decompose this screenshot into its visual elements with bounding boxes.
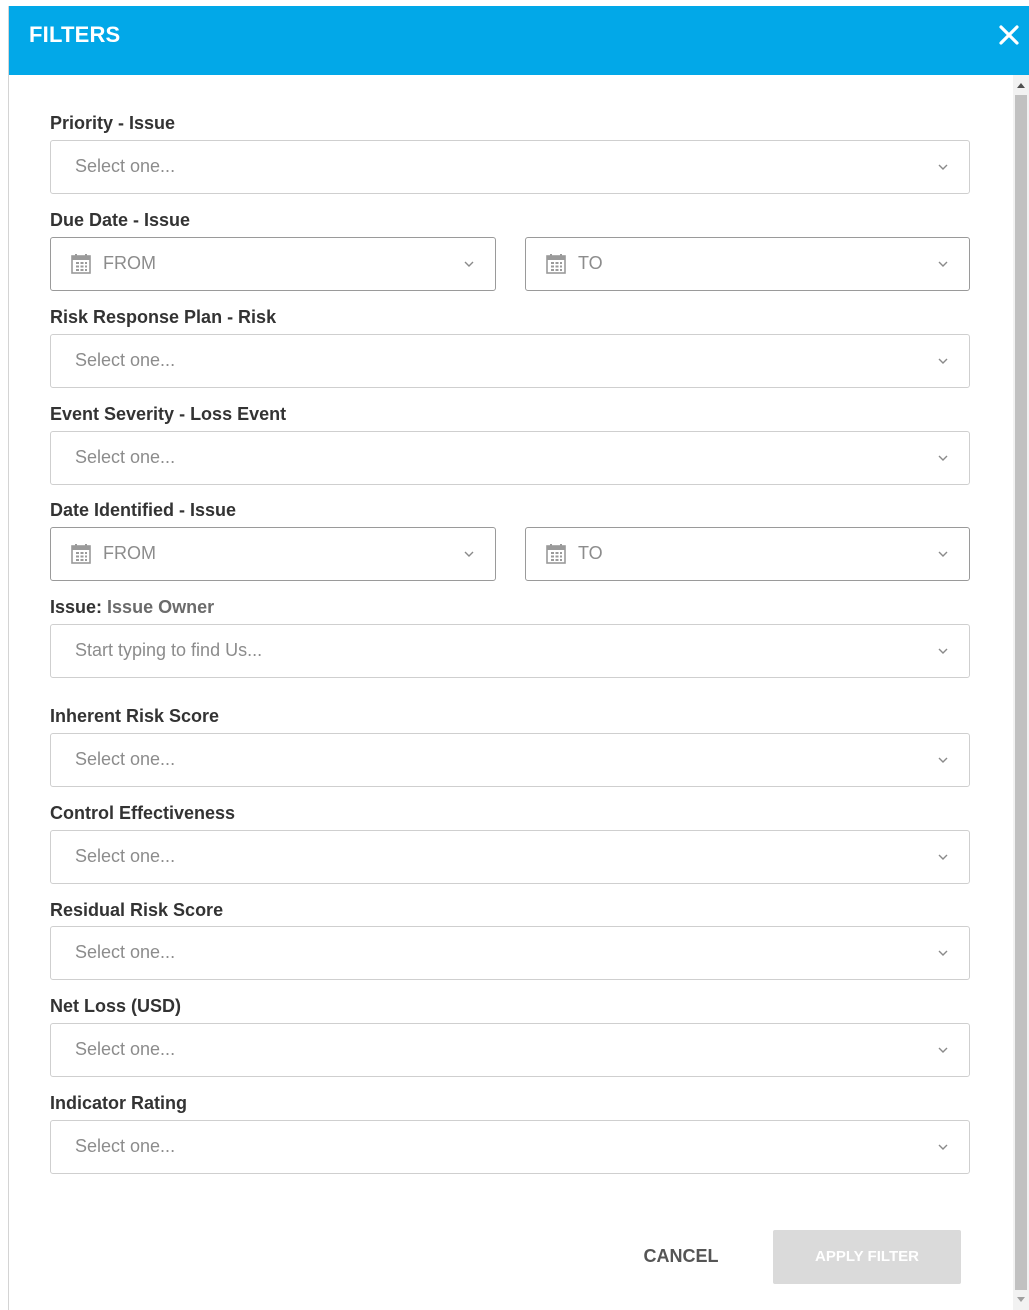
issue-owner-label: Issue: Issue Owner [50,597,214,618]
apply-filter-button[interactable]: APPLY FILTER [773,1230,961,1284]
priority-select[interactable]: Select one... [50,140,970,194]
chevron-down-icon [937,1142,949,1152]
calendar-icon [71,543,91,564]
filters-dialog: FILTERS Priority - Issue Select one... D… [8,6,1029,1310]
control-effectiveness-label: Control Effectiveness [50,803,236,823]
chevron-down-icon [937,852,949,862]
event-severity-label: Event Severity - Loss Event [50,404,287,424]
risk-response-placeholder: Select one... [75,350,176,370]
issue-owner-placeholder: Start typing to find Us... [75,640,263,660]
event-severity-select[interactable]: Select one... [50,431,970,485]
issue-owner-search[interactable]: Start typing to find Us... [50,624,970,678]
net-loss-placeholder: Select one... [75,1039,176,1059]
scroll-down-arrow-icon[interactable] [1016,1296,1026,1304]
chevron-down-icon [937,259,949,269]
chevron-down-icon [937,549,949,559]
dialog-header: FILTERS [9,6,1029,75]
chevron-down-icon [937,948,949,958]
date-identified-from-text: FROM [103,543,156,563]
inherent-risk-placeholder: Select one... [75,749,176,769]
due-date-from-picker[interactable]: FROM [50,237,496,291]
calendar-icon [546,543,566,564]
date-identified-from-picker[interactable]: FROM [50,527,496,581]
date-identified-to-picker[interactable]: TO [525,527,970,581]
priority-placeholder: Select one... [75,156,176,176]
indicator-rating-select[interactable]: Select one... [50,1120,970,1174]
chevron-down-icon [937,755,949,765]
inherent-risk-select[interactable]: Select one... [50,733,970,787]
issue-owner-label-prefix: Issue: [50,597,103,617]
chevron-down-icon [937,646,949,656]
scroll-up-arrow-icon[interactable] [1016,81,1026,89]
close-icon[interactable] [996,22,1022,48]
due-date-to-picker[interactable]: TO [525,237,970,291]
chevron-down-icon [937,1045,949,1055]
control-effectiveness-placeholder: Select one... [75,846,176,866]
due-date-from-text: FROM [103,253,156,273]
calendar-icon [546,253,566,274]
scrollbar[interactable] [1013,75,1029,1310]
scrollbar-thumb[interactable] [1015,95,1027,1290]
date-identified-to-text: TO [578,543,603,563]
residual-risk-placeholder: Select one... [75,942,176,962]
risk-response-label: Risk Response Plan - Risk [50,307,277,327]
due-date-label: Due Date - Issue [50,210,191,230]
indicator-rating-placeholder: Select one... [75,1136,176,1156]
chevron-down-icon [937,162,949,172]
chevron-down-icon [937,356,949,366]
event-severity-placeholder: Select one... [75,447,176,467]
residual-risk-select[interactable]: Select one... [50,926,970,980]
issue-owner-label-suffix: Issue Owner [107,597,215,617]
chevron-down-icon [937,453,949,463]
due-date-to-text: TO [578,253,603,273]
residual-risk-label: Residual Risk Score [50,900,224,920]
indicator-rating-label: Indicator Rating [50,1093,188,1113]
priority-label: Priority - Issue [50,113,176,133]
filter-form: Priority - Issue Select one... Due Date … [9,75,1014,1310]
dialog-title: FILTERS [29,22,121,47]
net-loss-select[interactable]: Select one... [50,1023,970,1077]
cancel-button[interactable]: CANCEL [617,1230,745,1282]
date-identified-label: Date Identified - Issue [50,500,237,520]
chevron-down-icon [463,549,475,559]
calendar-icon [71,253,91,274]
net-loss-label: Net Loss (USD) [50,996,182,1016]
chevron-down-icon [463,259,475,269]
inherent-risk-label: Inherent Risk Score [50,706,220,726]
risk-response-select[interactable]: Select one... [50,334,970,388]
control-effectiveness-select[interactable]: Select one... [50,830,970,884]
